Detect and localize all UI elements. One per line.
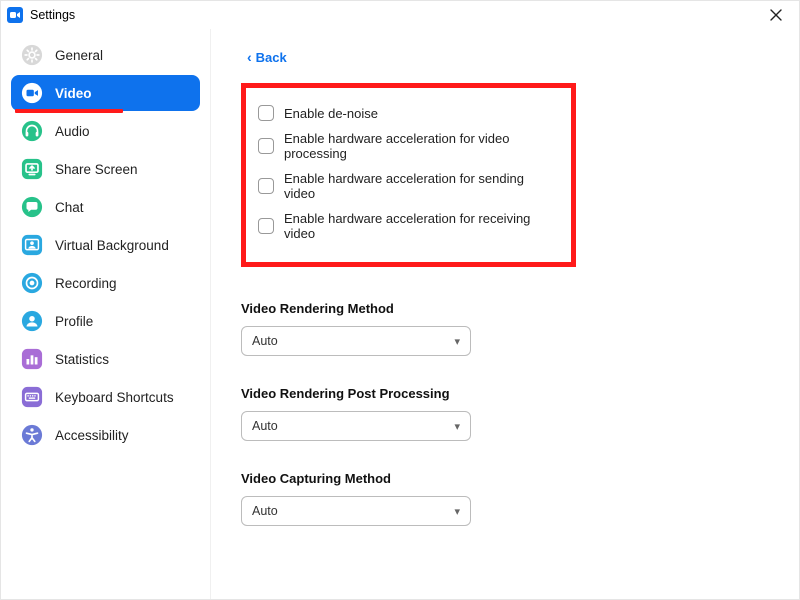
sidebar-item-label: Share Screen (55, 162, 138, 177)
sidebar-item-general[interactable]: General (11, 37, 200, 73)
sidebar-item-statistics[interactable]: Statistics (11, 341, 200, 377)
sidebar-item-label: Statistics (55, 352, 109, 367)
annotation-highlight-box: Enable de-noise Enable hardware accelera… (241, 83, 576, 267)
keyboard-icon (21, 386, 43, 408)
section-title: Video Rendering Post Processing (241, 386, 769, 401)
sidebar-item-accessibility[interactable]: Accessibility (11, 417, 200, 453)
section-title: Video Capturing Method (241, 471, 769, 486)
sidebar-item-label: Audio (55, 124, 90, 139)
section-title: Video Rendering Method (241, 301, 769, 316)
sidebar-item-virtual-background[interactable]: Virtual Background (11, 227, 200, 263)
checkbox-icon (258, 105, 274, 121)
share-screen-icon (21, 158, 43, 180)
virtual-background-icon (21, 234, 43, 256)
checkbox-icon (258, 138, 274, 154)
recording-icon (21, 272, 43, 294)
sidebar-item-video[interactable]: Video (11, 75, 200, 111)
select-value: Auto (252, 334, 278, 348)
back-link[interactable]: ‹ Back (247, 49, 287, 65)
settings-sidebar: General Video Audio Share Screen (1, 29, 211, 599)
checkbox-hw-accel-receiving[interactable]: Enable hardware acceleration for receivi… (258, 206, 547, 246)
sidebar-item-audio[interactable]: Audio (11, 113, 200, 149)
accessibility-icon (21, 424, 43, 446)
checkbox-icon (258, 218, 274, 234)
chevron-down-icon: ▾ (454, 335, 460, 348)
sidebar-item-profile[interactable]: Profile (11, 303, 200, 339)
sidebar-item-label: Virtual Background (55, 238, 169, 253)
select-value: Auto (252, 504, 278, 518)
select-video-capturing-method[interactable]: Auto ▾ (241, 496, 471, 526)
profile-icon (21, 310, 43, 332)
window-title: Settings (30, 8, 75, 22)
zoom-app-icon (7, 7, 23, 23)
sidebar-item-label: Keyboard Shortcuts (55, 390, 174, 405)
titlebar: Settings (1, 1, 799, 29)
sidebar-item-recording[interactable]: Recording (11, 265, 200, 301)
headphones-icon (21, 120, 43, 142)
sidebar-item-label: Video (55, 86, 92, 101)
checkbox-hw-accel-processing[interactable]: Enable hardware acceleration for video p… (258, 126, 547, 166)
chat-bubble-icon (21, 196, 43, 218)
gear-icon (21, 44, 43, 66)
section-video-rendering-method: Video Rendering Method Auto ▾ (241, 301, 769, 356)
section-video-capturing-method: Video Capturing Method Auto ▾ (241, 471, 769, 526)
sidebar-item-label: Chat (55, 200, 84, 215)
checkbox-hw-accel-sending[interactable]: Enable hardware acceleration for sending… (258, 166, 547, 206)
back-label: Back (256, 50, 287, 65)
sidebar-item-label: Accessibility (55, 428, 129, 443)
select-video-rendering-method[interactable]: Auto ▾ (241, 326, 471, 356)
chevron-down-icon: ▾ (454, 505, 460, 518)
select-value: Auto (252, 419, 278, 433)
close-button[interactable] (761, 3, 791, 27)
select-video-rendering-post-processing[interactable]: Auto ▾ (241, 411, 471, 441)
sidebar-item-label: Profile (55, 314, 93, 329)
checkbox-label: Enable de-noise (284, 106, 378, 121)
sidebar-item-chat[interactable]: Chat (11, 189, 200, 225)
sidebar-item-label: General (55, 48, 103, 63)
chevron-left-icon: ‹ (247, 49, 252, 65)
checkbox-label: Enable hardware acceleration for sending… (284, 171, 547, 201)
sidebar-item-share-screen[interactable]: Share Screen (11, 151, 200, 187)
section-video-rendering-post-processing: Video Rendering Post Processing Auto ▾ (241, 386, 769, 441)
chevron-down-icon: ▾ (454, 420, 460, 433)
sidebar-item-keyboard-shortcuts[interactable]: Keyboard Shortcuts (11, 379, 200, 415)
statistics-icon (21, 348, 43, 370)
sidebar-item-label: Recording (55, 276, 117, 291)
settings-content: ‹ Back Enable de-noise Enable hardware a… (211, 29, 799, 599)
checkbox-label: Enable hardware acceleration for video p… (284, 131, 547, 161)
checkbox-enable-de-noise[interactable]: Enable de-noise (258, 100, 547, 126)
checkbox-icon (258, 178, 274, 194)
checkbox-label: Enable hardware acceleration for receivi… (284, 211, 547, 241)
video-camera-icon (21, 82, 43, 104)
